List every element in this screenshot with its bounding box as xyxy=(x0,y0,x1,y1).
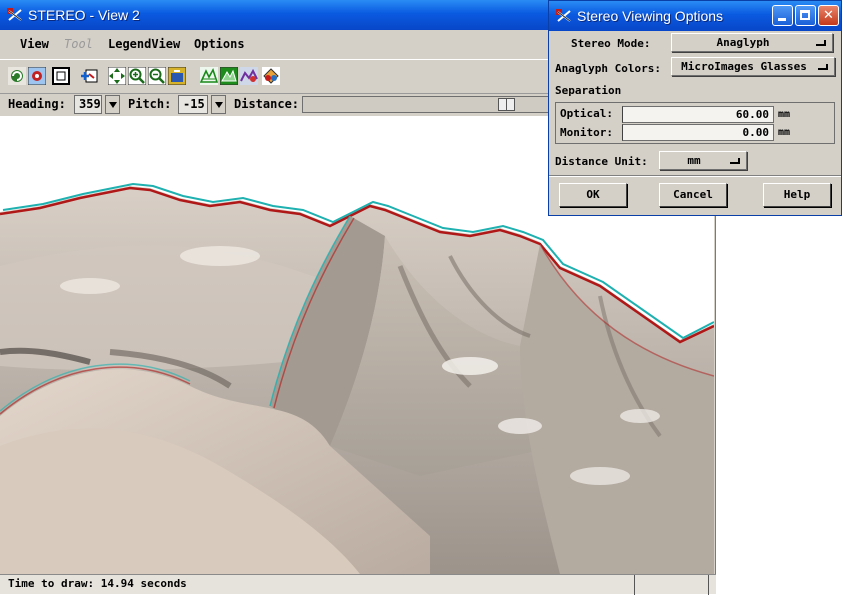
dialog-separator xyxy=(549,175,841,177)
monitor-unit: mm xyxy=(778,127,791,138)
monitor-field[interactable]: 0.00 xyxy=(622,124,774,141)
capture-icon[interactable] xyxy=(168,67,186,85)
menu-legendview[interactable]: LegendView xyxy=(108,37,180,51)
terrain-icon[interactable] xyxy=(220,67,238,85)
pan-icon[interactable] xyxy=(108,67,126,85)
optical-unit: mm xyxy=(778,109,791,120)
ok-button[interactable]: OK xyxy=(559,183,627,207)
app-icon xyxy=(556,9,571,22)
distance-unit-label: Distance Unit: xyxy=(555,155,648,168)
monitor-value: 0.00 xyxy=(742,126,770,139)
close-icon: ✕ xyxy=(823,8,834,23)
help-button[interactable]: Help xyxy=(763,183,831,207)
minimize-icon xyxy=(778,18,786,21)
optical-label: Optical: xyxy=(560,107,613,120)
optical-field[interactable]: 60.00 xyxy=(622,106,774,123)
heading-label: Heading: xyxy=(8,97,66,111)
profile-icon[interactable] xyxy=(240,67,258,85)
distance-unit-value: mm xyxy=(687,154,701,167)
anaglyph-colors-value: MicroImages Glasses xyxy=(681,60,807,73)
anaglyph-colors-label: Anaglyph Colors: xyxy=(555,62,661,75)
minimize-button[interactable] xyxy=(772,5,793,26)
stereo-viewing-options-dialog: Stereo Viewing Options ✕ Stereo Mode: An… xyxy=(548,0,842,216)
app-icon xyxy=(7,8,22,21)
option-menu-indicator-icon xyxy=(816,40,826,46)
maximize-icon xyxy=(800,10,810,20)
stereo-mode-label: Stereo Mode: xyxy=(571,37,651,50)
distance-label: Distance: xyxy=(234,97,300,111)
heading-dropdown-arrow-icon[interactable] xyxy=(105,95,120,114)
zoom-out-icon[interactable] xyxy=(148,67,166,85)
redraw-icon[interactable] xyxy=(8,67,26,85)
surface-icon[interactable] xyxy=(200,67,218,85)
menu-options[interactable]: Options xyxy=(194,37,245,51)
anaglyph-colors-select[interactable]: MicroImages Glasses xyxy=(671,57,835,76)
optical-value: 60.00 xyxy=(735,108,769,121)
option-menu-indicator-icon xyxy=(818,64,828,70)
zoom-in-icon[interactable] xyxy=(128,67,146,85)
menu-view[interactable]: View xyxy=(20,37,49,51)
separation-group: Optical: 60.00 mm Monitor: 0.00 mm xyxy=(555,102,835,144)
stereo-mode-select[interactable]: Anaglyph xyxy=(671,33,833,52)
full-view-icon[interactable] xyxy=(28,67,46,85)
dialog-titlebar[interactable]: Stereo Viewing Options ✕ xyxy=(549,1,841,31)
stereo-icon[interactable] xyxy=(262,67,280,85)
status-divider xyxy=(634,575,635,595)
option-menu-indicator-icon xyxy=(730,158,740,164)
close-button[interactable]: ✕ xyxy=(818,5,839,26)
status-bar: Time to draw: 14.94 seconds xyxy=(0,574,716,595)
pitch-dropdown-arrow-icon[interactable] xyxy=(211,95,226,114)
pitch-label: Pitch: xyxy=(128,97,172,111)
monitor-label: Monitor: xyxy=(560,126,613,139)
maximize-button[interactable] xyxy=(795,5,816,26)
status-divider xyxy=(708,575,709,595)
add-layer-icon[interactable] xyxy=(80,67,98,85)
distance-unit-select[interactable]: mm xyxy=(659,151,747,170)
heading-field[interactable]: 359 xyxy=(74,95,102,114)
menu-tool[interactable]: Tool xyxy=(64,37,93,51)
extents-icon[interactable] xyxy=(52,67,70,85)
distance-slider-thumb[interactable] xyxy=(498,98,515,111)
window-title: STEREO - View 2 xyxy=(28,7,140,23)
draw-time-status: Time to draw: 14.94 seconds xyxy=(8,577,187,590)
dialog-title: Stereo Viewing Options xyxy=(577,8,724,24)
separation-label: Separation xyxy=(555,84,622,97)
cancel-button[interactable]: Cancel xyxy=(659,183,727,207)
pitch-field[interactable]: -15 xyxy=(178,95,208,114)
stereo-mode-value: Anaglyph xyxy=(716,36,770,49)
